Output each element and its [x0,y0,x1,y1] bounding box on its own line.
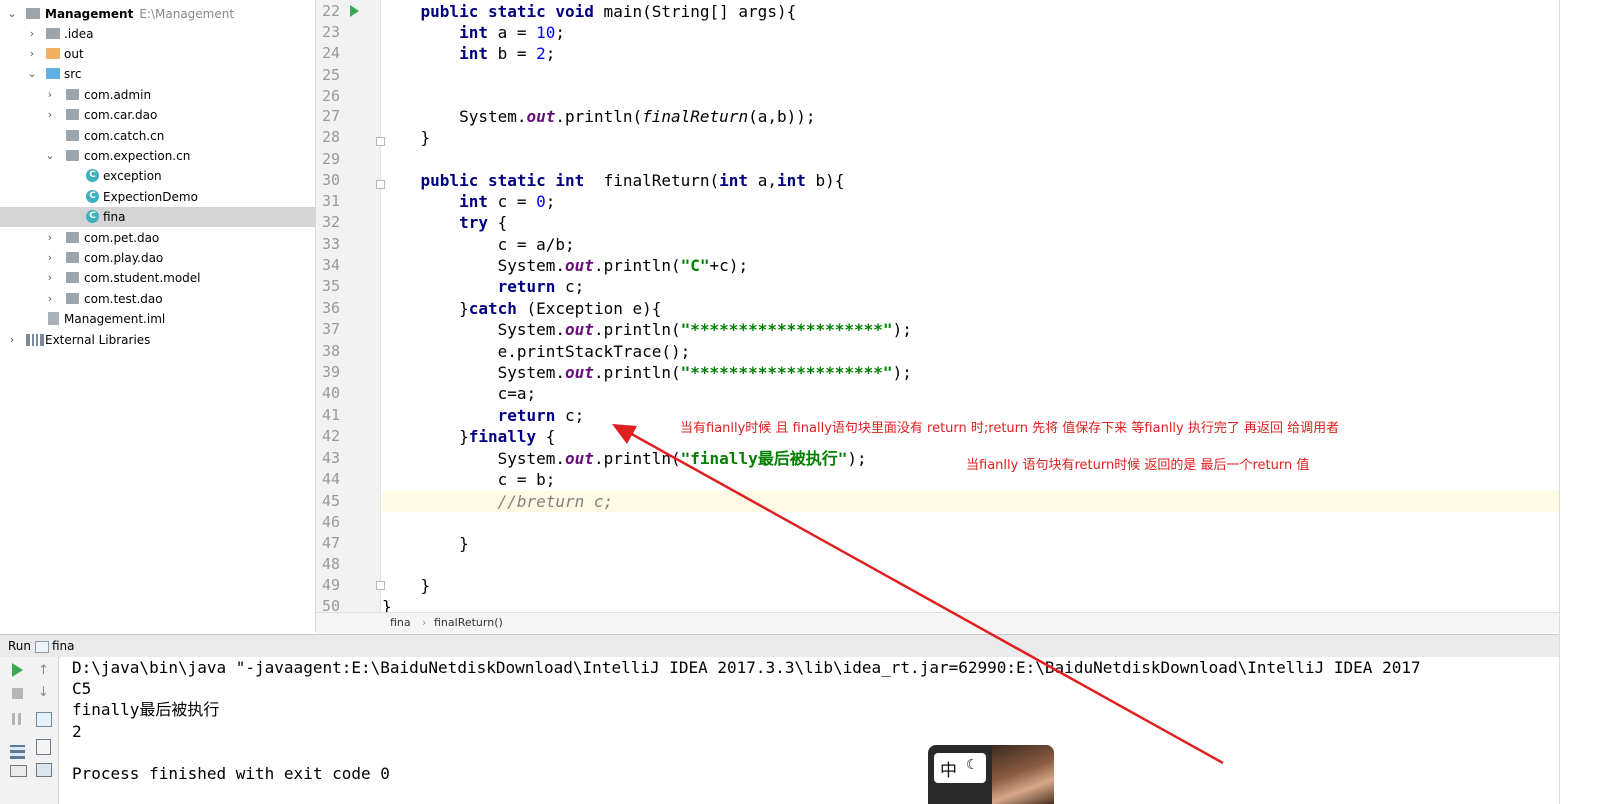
annotation-arrow [612,424,1224,765]
ime-language-label: 中 [940,761,957,781]
avatar [992,745,1054,804]
ime-toolbar[interactable]: 中 ☾ [928,745,1054,804]
ime-mode-box[interactable]: 中 ☾ [934,753,986,783]
moon-icon: ☾ [966,757,979,773]
arrow-shaft [627,430,1224,765]
